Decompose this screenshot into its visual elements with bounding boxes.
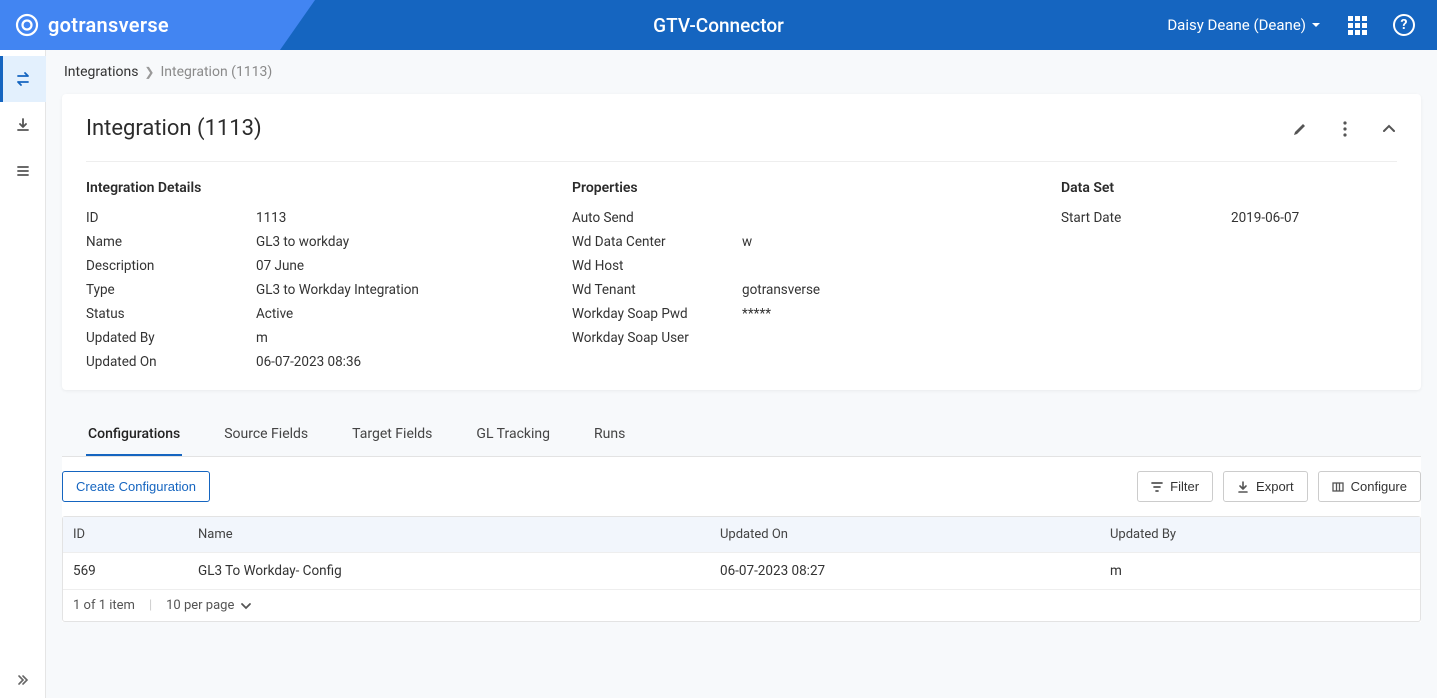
filter-button[interactable]: Filter xyxy=(1137,471,1213,502)
configure-button-label: Configure xyxy=(1351,479,1407,494)
value-description: 07 June xyxy=(256,258,304,274)
collapse-button[interactable] xyxy=(1381,120,1397,138)
app-title: GTV-Connector xyxy=(653,14,784,37)
sidebar-item-list[interactable] xyxy=(0,148,46,194)
sidebar-expand[interactable] xyxy=(0,672,45,688)
brand-area[interactable]: gotransverse xyxy=(0,0,280,50)
label-updated-on: Updated On xyxy=(86,354,256,370)
data-set-heading: Data Set xyxy=(1061,180,1397,196)
chevron-up-icon xyxy=(1381,120,1397,136)
value-start-date: 2019-06-07 xyxy=(1231,210,1299,226)
th-id[interactable]: ID xyxy=(63,517,188,552)
per-page-label: 10 per page xyxy=(166,598,234,613)
cell-updated-by: m xyxy=(1100,553,1420,589)
tab-source-fields[interactable]: Source Fields xyxy=(222,414,310,456)
main-content: Integrations ❯ Integration (1113) Integr… xyxy=(46,50,1437,698)
label-workday-soap-pwd: Workday Soap Pwd xyxy=(572,306,742,322)
value-updated-on: 06-07-2023 08:36 xyxy=(256,354,361,370)
table-pager: 1 of 1 item | 10 per page xyxy=(63,589,1420,621)
label-wd-tenant: Wd Tenant xyxy=(572,282,742,298)
label-updated-by: Updated By xyxy=(86,330,256,346)
table-row[interactable]: 569 GL3 To Workday- Config 06-07-2023 08… xyxy=(63,552,1420,589)
table-header-row: ID Name Updated On Updated By xyxy=(63,517,1420,552)
download-icon xyxy=(15,117,31,133)
value-updated-by: m xyxy=(256,330,268,346)
tab-target-fields[interactable]: Target Fields xyxy=(350,414,434,456)
help-icon[interactable]: ? xyxy=(1393,14,1415,36)
cell-updated-on: 06-07-2023 08:27 xyxy=(710,553,1100,589)
create-configuration-button[interactable]: Create Configuration xyxy=(62,471,210,502)
per-page-selector[interactable]: 10 per page xyxy=(166,598,252,613)
tab-content-configurations: Create Configuration Filter Export Confi… xyxy=(62,457,1421,622)
edit-button[interactable] xyxy=(1291,120,1309,138)
integration-details-heading: Integration Details xyxy=(86,180,548,196)
pager-summary: 1 of 1 item xyxy=(73,598,135,613)
value-name: GL3 to workday xyxy=(256,234,349,250)
cell-id: 569 xyxy=(63,553,188,589)
integration-card: Integration (1113) Integration Details xyxy=(62,94,1421,390)
label-name: Name xyxy=(86,234,256,250)
th-name[interactable]: Name xyxy=(188,517,710,552)
label-id: ID xyxy=(86,210,256,226)
list-icon xyxy=(15,163,31,179)
value-id: 1113 xyxy=(256,210,286,226)
filter-icon xyxy=(1151,481,1163,493)
user-display-name: Daisy Deane (Deane) xyxy=(1167,16,1306,34)
brand-logo-icon xyxy=(14,12,40,38)
filter-button-label: Filter xyxy=(1170,479,1199,494)
apps-grid-icon[interactable] xyxy=(1348,16,1367,35)
tab-runs[interactable]: Runs xyxy=(592,414,627,456)
pencil-icon xyxy=(1291,120,1309,138)
th-updated-by[interactable]: Updated By xyxy=(1100,517,1420,552)
breadcrumb-current: Integration (1113) xyxy=(160,64,272,80)
tabs: Configurations Source Fields Target Fiel… xyxy=(62,414,1421,457)
label-auto-send: Auto Send xyxy=(572,210,742,226)
export-button-label: Export xyxy=(1256,479,1294,494)
chevron-right-double-icon xyxy=(15,672,31,688)
sidebar xyxy=(0,50,46,698)
app-header: gotransverse GTV-Connector Daisy Deane (… xyxy=(0,0,1437,50)
label-wd-data-center: Wd Data Center xyxy=(572,234,742,250)
label-wd-host: Wd Host xyxy=(572,258,742,274)
tab-gl-tracking[interactable]: GL Tracking xyxy=(474,414,552,456)
properties-heading: Properties xyxy=(572,180,1037,196)
tab-configurations[interactable]: Configurations xyxy=(86,414,182,456)
page-title: Integration (1113) xyxy=(86,116,262,141)
configurations-table: ID Name Updated On Updated By 569 GL3 To… xyxy=(62,516,1421,622)
breadcrumb: Integrations ❯ Integration (1113) xyxy=(62,64,1421,80)
label-status: Status xyxy=(86,306,256,322)
breadcrumb-root[interactable]: Integrations xyxy=(64,64,138,80)
label-workday-soap-user: Workday Soap User xyxy=(572,330,742,346)
swap-icon xyxy=(15,70,33,88)
value-wd-tenant: gotransverse xyxy=(742,282,820,298)
download-icon xyxy=(1237,481,1249,493)
cell-name: GL3 To Workday- Config xyxy=(188,553,710,589)
pager-divider: | xyxy=(149,598,152,613)
th-updated-on[interactable]: Updated On xyxy=(710,517,1100,552)
value-wd-data-center: w xyxy=(742,234,752,250)
value-type: GL3 to Workday Integration xyxy=(256,282,419,298)
chevron-down-icon xyxy=(240,600,252,612)
value-status: Active xyxy=(256,306,293,322)
label-type: Type xyxy=(86,282,256,298)
configure-button[interactable]: Configure xyxy=(1318,471,1421,502)
more-menu-button[interactable] xyxy=(1343,120,1347,138)
sidebar-item-integrations[interactable] xyxy=(0,56,46,102)
user-menu[interactable]: Daisy Deane (Deane) xyxy=(1167,16,1322,34)
label-start-date: Start Date xyxy=(1061,210,1231,226)
value-workday-soap-pwd: ***** xyxy=(742,306,771,322)
caret-down-icon xyxy=(1310,19,1322,31)
brand-name: gotransverse xyxy=(48,13,169,37)
kebab-icon xyxy=(1343,120,1347,138)
columns-icon xyxy=(1332,481,1344,493)
export-button[interactable]: Export xyxy=(1223,471,1308,502)
label-description: Description xyxy=(86,258,256,274)
chevron-right-icon: ❯ xyxy=(144,65,154,79)
sidebar-item-downloads[interactable] xyxy=(0,102,46,148)
